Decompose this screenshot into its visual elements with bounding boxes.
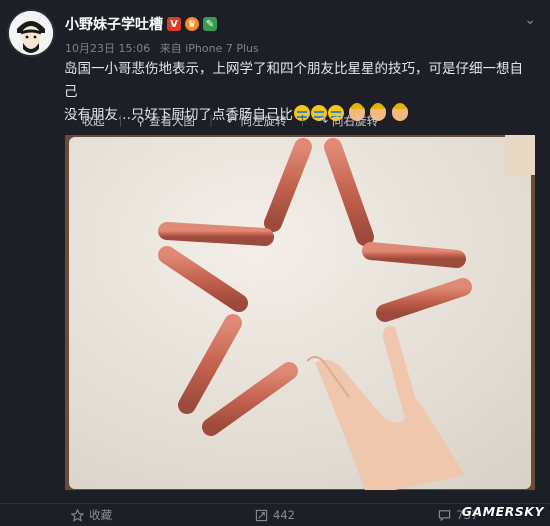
toolbar-divider: |: [118, 113, 123, 127]
repost-button[interactable]: 442: [183, 504, 366, 526]
post-source[interactable]: iPhone 7 Plus: [185, 42, 259, 55]
event-badge-icon: ✎: [203, 17, 217, 31]
author-avatar[interactable]: [9, 11, 53, 55]
collapse-label: 收起: [81, 114, 105, 128]
post-source-prefix: 来自: [159, 42, 182, 55]
member-badge-icon: ♛: [185, 17, 199, 31]
chevron-down-icon[interactable]: ⌄: [524, 12, 536, 28]
star-icon: [71, 508, 85, 522]
watermark-logo: GAMERSKY: [461, 504, 544, 519]
favorite-button[interactable]: 收藏: [0, 504, 183, 526]
toolbar-divider: |: [300, 113, 305, 127]
post-photo[interactable]: [65, 135, 535, 490]
verified-badge-icon: V: [167, 17, 181, 31]
rotate-right-label: 向右旋转: [331, 114, 378, 128]
comment-icon: [439, 509, 451, 521]
author-name[interactable]: 小野妹子学吐槽: [65, 14, 163, 34]
repost-count: 442: [273, 508, 295, 522]
avatar-illustration: [9, 11, 53, 55]
rotate-right-icon: ↷: [318, 114, 328, 128]
post-meta: 10月23日 15:06 来自 iPhone 7 Plus: [65, 40, 259, 56]
collapse-icon: ⌃: [68, 114, 78, 128]
post-date[interactable]: 10月23日 15:06: [65, 42, 150, 55]
view-large-label: 查看大图: [148, 114, 195, 128]
collapse-button[interactable]: ⌃ 收起: [68, 113, 105, 129]
repost-icon: [255, 509, 268, 521]
toolbar-divider: |: [208, 113, 213, 127]
rotate-left-icon: ↶: [226, 114, 237, 128]
search-icon: ⚲: [136, 114, 145, 128]
rotate-right-button[interactable]: ↷ 向右旋转: [318, 113, 378, 129]
child-emoji-icon: [391, 103, 408, 121]
favorite-label: 收藏: [89, 508, 113, 522]
rotate-left-label: 向左旋转: [240, 114, 287, 128]
post-text-line-1: 岛国一小哥悲伤地表示，上网学了和四个朋友比星星的技巧，可是仔细一想自己: [64, 61, 523, 100]
view-large-button[interactable]: ⚲ 查看大图: [137, 113, 195, 129]
author-row: 小野妹子学吐槽 V ♛ ✎: [65, 14, 217, 34]
sausage-star-photo: [65, 135, 535, 490]
image-toolbar: ⌃ 收起 | ⚲ 查看大图 | ↶ 向左旋转 | ↷ 向右旋转: [68, 113, 378, 129]
rotate-left-button[interactable]: ↶ 向左旋转: [227, 113, 287, 129]
